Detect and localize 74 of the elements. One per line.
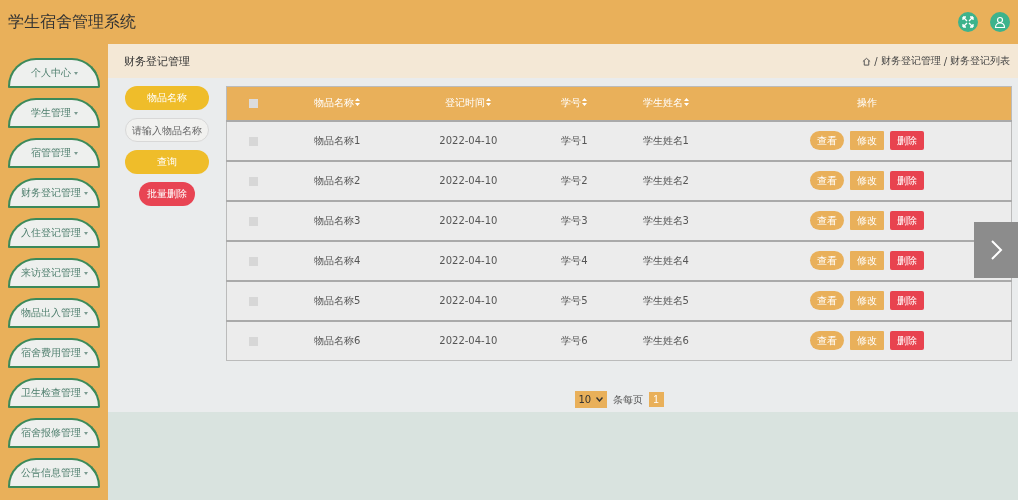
caret-icon (83, 191, 88, 195)
table-cell: 物品名称1 (314, 134, 361, 146)
caret-icon (83, 471, 88, 475)
table-cell: 学生姓名6 (642, 334, 689, 346)
caret-icon (83, 391, 88, 395)
table-cell: 学生姓名4 (642, 254, 689, 266)
sidebar-item[interactable]: 宿舍费用管理 (8, 338, 100, 368)
table-cell: 学号3 (561, 214, 588, 226)
caret-icon (73, 71, 78, 75)
table-cell: 物品名称2 (314, 174, 361, 186)
table-cell: 物品名称3 (314, 214, 361, 226)
table-cell: 学号1 (561, 134, 588, 146)
delete-button[interactable]: 删除 (890, 291, 925, 310)
chevron-down-icon (595, 397, 603, 402)
table-cell: 2022-04-10 (439, 215, 498, 226)
sidebar-item[interactable]: 公告信息管理 (8, 458, 100, 488)
delete-button[interactable]: 删除 (890, 211, 925, 230)
breadcrumb-separator: / (874, 55, 878, 67)
table-cell: 学号6 (561, 334, 588, 346)
page-title: 财务登记管理 (124, 53, 190, 69)
search-field[interactable]: 请输入物品名称 (125, 118, 209, 142)
sidebar-item[interactable]: 财务登记管理 (8, 178, 100, 208)
home-icon[interactable] (862, 56, 872, 66)
table-cell: 学号2 (561, 174, 588, 186)
fullscreen-icon[interactable] (958, 12, 978, 32)
table-cell: 学号4 (561, 254, 588, 266)
sidebar-item[interactable]: 入住登记管理 (8, 218, 100, 248)
sidebar-item[interactable]: 个人中心 (8, 58, 100, 88)
sidebar-item[interactable]: 物品出入管理 (8, 298, 100, 328)
delete-button[interactable]: 删除 (890, 331, 925, 351)
table-cell: 物品名称4 (314, 254, 361, 266)
user-icon[interactable] (990, 12, 1010, 32)
breadcrumb-separator: / (943, 55, 947, 67)
page-size-select[interactable]: 10 (574, 391, 607, 408)
caret-icon (83, 271, 88, 275)
caret-icon (83, 351, 88, 355)
table-cell: 物品名称5 (314, 294, 361, 306)
caret-icon (83, 311, 88, 315)
table-cell: 学生姓名1 (642, 134, 689, 146)
table-cell: 学生姓名3 (642, 214, 689, 226)
table-cell: 物品名称6 (314, 334, 361, 346)
sort-icon[interactable] (683, 98, 689, 107)
sidebar-item[interactable]: 宿舍报修管理 (8, 418, 100, 448)
table-cell: 学号5 (561, 294, 588, 306)
sidebar-item[interactable]: 卫生检查管理 (8, 378, 100, 408)
caret-icon (73, 111, 78, 115)
table-cell: 2022-04-10 (439, 175, 498, 186)
app-title: 学生宿舍管理系统 (8, 11, 136, 33)
table-cell: 2022-04-10 (439, 135, 498, 146)
next-arrow-button[interactable] (974, 222, 1018, 278)
table-cell: 学生姓名2 (642, 174, 689, 186)
table-cell: 学生姓名5 (642, 294, 689, 306)
delete-button[interactable]: 删除 (890, 171, 925, 190)
caret-icon (83, 431, 88, 435)
sidebar-item[interactable]: 学生管理 (8, 98, 100, 128)
caret-icon (83, 231, 88, 235)
field-label: 物品名称 (125, 86, 209, 110)
table-cell: 2022-04-10 (439, 255, 498, 266)
table-cell: 2022-04-10 (439, 295, 498, 306)
caret-icon (73, 151, 78, 155)
checkbox[interactable] (248, 99, 258, 109)
breadcrumb-item[interactable]: 财务登记管理 (880, 54, 941, 68)
table-cell: 2022-04-10 (439, 335, 498, 347)
delete-button[interactable]: 删除 (890, 131, 925, 150)
delete-button[interactable]: 删除 (890, 251, 925, 270)
sidebar-item[interactable]: 来访登记管理 (8, 258, 100, 288)
batch-delete-button[interactable]: 批量删除 (139, 182, 195, 206)
breadcrumb-item[interactable]: 财务登记列表 (950, 54, 1010, 68)
sidebar-item[interactable]: 宿管管理 (8, 138, 100, 168)
sort-icon[interactable] (355, 98, 361, 107)
sort-icon[interactable] (486, 98, 492, 107)
page-size-label: 条每页 (612, 392, 643, 407)
sort-icon[interactable] (582, 98, 588, 107)
chevron-right-icon (989, 239, 1003, 261)
